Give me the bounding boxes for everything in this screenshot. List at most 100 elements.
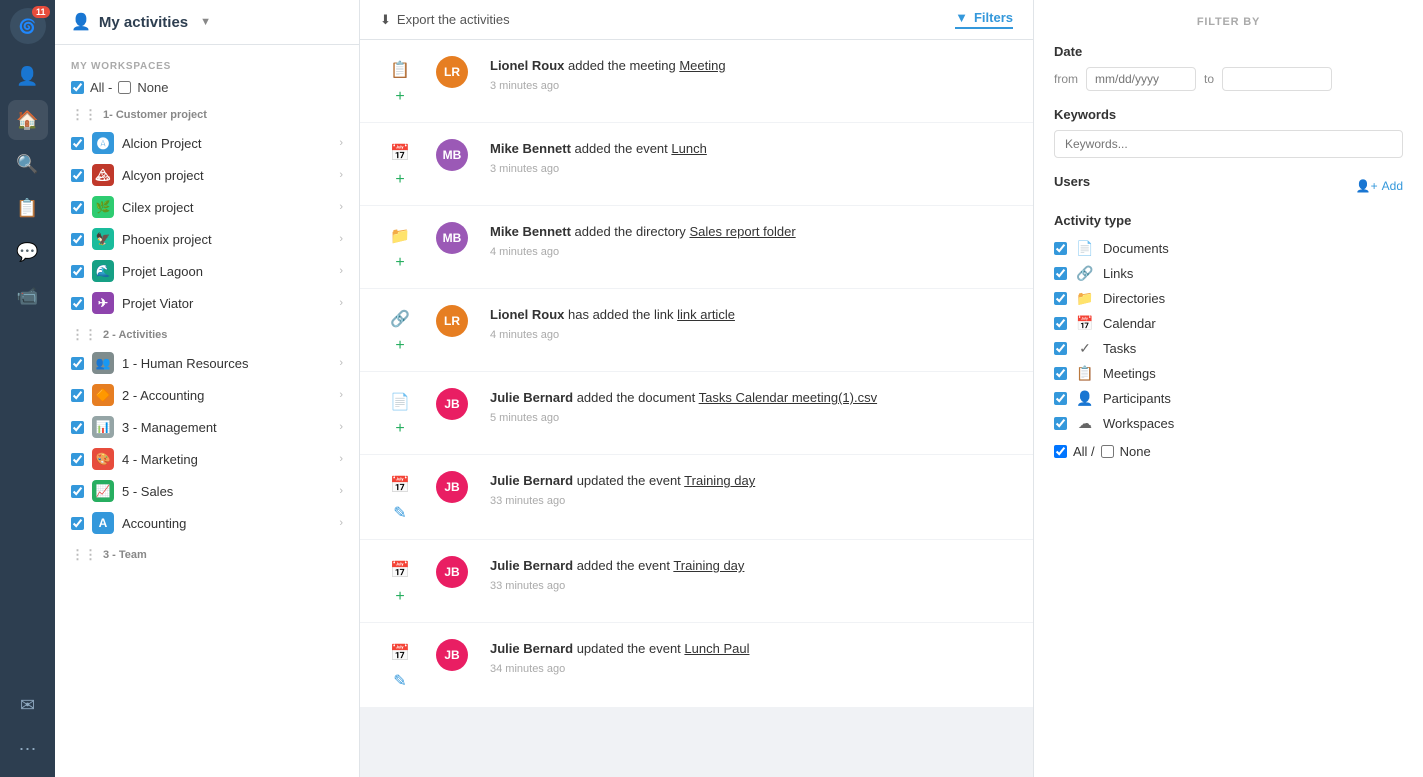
activity-icon-col-6: 📅 ✎ <box>380 471 420 523</box>
item-link-2[interactable]: Lunch <box>671 141 706 156</box>
sidebar-item-sales[interactable]: 📈 5 - Sales › <box>55 475 359 507</box>
activity-text-7: Julie Bernard added the event Training d… <box>490 556 744 576</box>
update-action-icon-6: ✎ <box>393 503 406 523</box>
sidebar-item-phoenix[interactable]: 🦅 Phoenix project › <box>55 223 359 255</box>
tasks-checkbox[interactable] <box>1054 342 1067 355</box>
sidebar-item-management[interactable]: 📊 3 - Management › <box>55 411 359 443</box>
sidebar-item-viator[interactable]: ✈ Projet Viator › <box>55 287 359 319</box>
date-to-input[interactable]: 01/19/2018 <box>1222 67 1332 91</box>
marketing-checkbox[interactable] <box>71 453 84 466</box>
directories-checkbox[interactable] <box>1054 292 1067 305</box>
calendar-type-icon-7: 📅 <box>386 556 414 584</box>
hr-checkbox[interactable] <box>71 357 84 370</box>
viator-checkbox[interactable] <box>71 297 84 310</box>
app-logo[interactable]: 🌀 11 <box>10 8 46 44</box>
activity-item-1: 📋 + LR Lionel Roux added the meeting Mee… <box>360 40 1033 123</box>
accounting-checkbox[interactable] <box>71 389 84 402</box>
keywords-input[interactable] <box>1054 130 1403 158</box>
type-meetings: 📋 Meetings <box>1054 361 1403 386</box>
sidebar-item-hr[interactable]: 👥 1 - Human Resources › <box>55 347 359 379</box>
links-checkbox[interactable] <box>1054 267 1067 280</box>
item-link-3[interactable]: Sales report folder <box>689 224 795 239</box>
add-action-icon-1: + <box>395 88 404 106</box>
lagoon-checkbox[interactable] <box>71 265 84 278</box>
nav-home[interactable]: 🏠 <box>8 100 48 140</box>
nav-more[interactable]: ⋯ <box>8 729 48 769</box>
sidebar-item-accounting2[interactable]: A Accounting › <box>55 507 359 539</box>
calendar-checkbox[interactable] <box>1054 317 1067 330</box>
avatar-lionel-1: LR <box>436 56 468 88</box>
alcion-checkbox[interactable] <box>71 137 84 150</box>
all-checkbox[interactable] <box>71 81 84 94</box>
sidebar-item-accounting[interactable]: 🔶 2 - Accounting › <box>55 379 359 411</box>
meetings-checkbox[interactable] <box>1054 367 1067 380</box>
drag-icon: ⋮⋮ <box>71 107 97 123</box>
marketing-label: 4 - Marketing <box>122 452 331 467</box>
nav-user[interactable]: 👤 <box>8 56 48 96</box>
lagoon-label: Projet Lagoon <box>122 264 331 279</box>
add-user-label: Add <box>1382 179 1403 193</box>
filters-label: Filters <box>974 10 1013 25</box>
nav-video[interactable]: 📹 <box>8 276 48 316</box>
main-content: ⬇ Export the activities ▼ Filters 📋 + LR… <box>360 0 1033 777</box>
item-link-4[interactable]: link article <box>677 307 735 322</box>
type-all-none: All / None <box>1054 440 1403 463</box>
alcion-icon: 🅐 <box>92 132 114 154</box>
none-checkbox[interactable] <box>118 81 131 94</box>
nav-mail[interactable]: ✉ <box>8 685 48 725</box>
avatar-julie-5: JB <box>436 388 468 420</box>
type-participants: 👤 Participants <box>1054 386 1403 411</box>
item-link-5[interactable]: Tasks Calendar meeting(1).csv <box>699 390 877 405</box>
sales-icon: 📈 <box>92 480 114 502</box>
sidebar-item-alcion[interactable]: 🅐 Alcion Project › <box>55 127 359 159</box>
activity-row-5: JB Julie Bernard added the document Task… <box>436 388 877 424</box>
type-all-checkbox[interactable] <box>1054 445 1067 458</box>
accounting2-label: Accounting <box>122 516 331 531</box>
user-8: Julie Bernard <box>490 641 573 656</box>
activity-row-1: LR Lionel Roux added the meeting Meeting… <box>436 56 726 92</box>
management-checkbox[interactable] <box>71 421 84 434</box>
type-none-label: None <box>1120 444 1151 459</box>
participants-checkbox[interactable] <box>1054 392 1067 405</box>
nav-chat[interactable]: 💬 <box>8 232 48 272</box>
filters-button[interactable]: ▼ Filters <box>955 10 1013 29</box>
add-user-button[interactable]: 👤+ Add <box>1356 179 1403 193</box>
export-button[interactable]: ⬇ Export the activities <box>380 12 510 28</box>
accounting-label: 2 - Accounting <box>122 388 331 403</box>
all-none-toggle[interactable]: All - None <box>55 76 359 99</box>
sidebar-item-lagoon[interactable]: 🌊 Projet Lagoon › <box>55 255 359 287</box>
accounting2-checkbox[interactable] <box>71 517 84 530</box>
alcyon-checkbox[interactable] <box>71 169 84 182</box>
doc-type-icon-5: 📄 <box>386 388 414 416</box>
activity-time-3: 4 minutes ago <box>490 246 796 258</box>
nav-board[interactable]: 📋 <box>8 188 48 228</box>
user-5: Julie Bernard <box>490 390 573 405</box>
nav-search[interactable]: 🔍 <box>8 144 48 184</box>
phoenix-checkbox[interactable] <box>71 233 84 246</box>
item-link-6[interactable]: Training day <box>684 473 755 488</box>
viator-label: Projet Viator <box>122 296 331 311</box>
documents-checkbox[interactable] <box>1054 242 1067 255</box>
cilex-checkbox[interactable] <box>71 201 84 214</box>
type-workspaces: ☁ Workspaces <box>1054 411 1403 436</box>
workspaces-checkbox[interactable] <box>1054 417 1067 430</box>
date-from-input[interactable] <box>1086 67 1196 91</box>
sales-checkbox[interactable] <box>71 485 84 498</box>
tasks-label: Tasks <box>1103 341 1136 356</box>
participants-label: Participants <box>1103 391 1171 406</box>
item-link-7[interactable]: Training day <box>673 558 744 573</box>
person-icon: 👤 <box>71 12 91 32</box>
my-workspaces-label: MY WORKSPACES <box>55 53 359 76</box>
sidebar-item-alcyon[interactable]: 🏔 Alcyon project › <box>55 159 359 191</box>
export-icon: ⬇ <box>380 12 391 28</box>
type-calendar: 📅 Calendar <box>1054 311 1403 336</box>
sidebar-item-cilex[interactable]: 🌿 Cilex project › <box>55 191 359 223</box>
sidebar-header[interactable]: 👤 My activities ▼ <box>55 0 359 45</box>
item-link-1[interactable]: Meeting <box>679 58 725 73</box>
type-none-checkbox[interactable] <box>1101 445 1114 458</box>
lagoon-chevron: › <box>339 265 343 277</box>
item-link-8[interactable]: Lunch Paul <box>684 641 749 656</box>
activity-icon-col-7: 📅 + <box>380 556 420 606</box>
calendar-label: Calendar <box>1103 316 1156 331</box>
sidebar-item-marketing[interactable]: 🎨 4 - Marketing › <box>55 443 359 475</box>
